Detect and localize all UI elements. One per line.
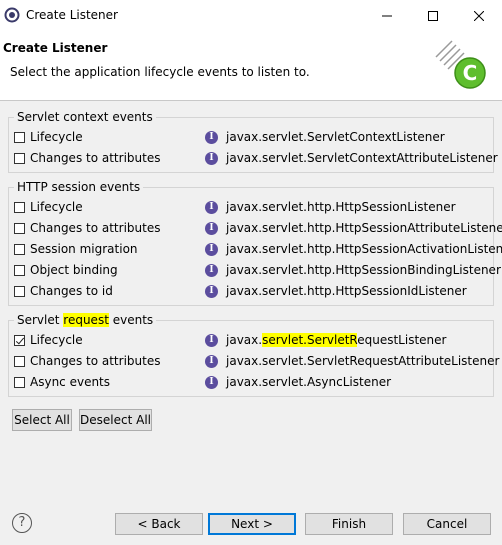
list-item: Changes to attributes I javax.servlet.Se… [14,149,498,169]
title-bar: Create Listener [0,0,502,31]
maximize-button[interactable] [410,0,456,31]
interface-icon: I [205,152,218,165]
listener-class: javax.servlet.ServletContextAttributeLis… [226,151,498,165]
back-button[interactable]: < Back [115,513,203,535]
list-item: Session migration I javax.servlet.http.H… [14,240,502,260]
interface-icon: I [205,376,218,389]
list-item: Object binding I javax.servlet.http.Http… [14,261,501,281]
list-item: Async events I javax.servlet.AsyncListen… [14,373,490,393]
finish-button[interactable]: Finish [305,513,393,535]
list-item: Changes to attributes I javax.servlet.Se… [14,352,499,372]
checkbox-label[interactable]: Changes to id [30,284,113,298]
group-title: Servlet context events [14,110,156,124]
list-item: Lifecycle I javax.servlet.ServletRequest… [14,331,490,351]
checkbox-session-id[interactable] [14,286,25,297]
interface-icon: I [205,131,218,144]
listener-class: javax.servlet.http.HttpSessionIdListener [226,284,467,298]
servlet-context-events-group: Servlet context events Lifecycle I javax… [8,110,498,173]
listener-class: javax.servlet.http.HttpSessionBindingLis… [226,263,501,277]
listener-wizard-banner-icon: C [435,40,486,89]
listener-class: javax.servlet.ServletRequestListener [226,333,447,347]
checkbox-context-attributes[interactable] [14,153,25,164]
next-button[interactable]: Next > [208,513,296,535]
minimize-icon [382,15,392,16]
group-title: HTTP session events [14,180,144,194]
checkbox-async-events[interactable] [14,377,25,388]
close-icon [474,10,484,21]
checkbox-label[interactable]: Session migration [30,242,138,256]
listener-class: javax.servlet.ServletRequestAttributeLis… [226,354,500,368]
maximize-icon [428,10,438,21]
close-button[interactable] [456,0,502,31]
checkbox-object-binding[interactable] [14,265,25,276]
minimize-button[interactable] [364,0,410,31]
wizard-title: Create Listener [3,41,108,55]
checkbox-request-lifecycle[interactable] [14,335,25,346]
listener-class: javax.servlet.http.HttpSessionAttributeL… [226,221,502,235]
checkbox-label[interactable]: Async events [30,375,110,389]
wizard-description: Select the application lifecycle events … [10,65,310,79]
checkbox-session-attributes[interactable] [14,223,25,234]
list-item: Lifecycle I javax.servlet.http.HttpSessi… [14,198,490,218]
http-session-events-group: HTTP session events Lifecycle I javax.se… [8,180,502,306]
interface-icon: I [205,334,218,347]
cancel-button[interactable]: Cancel [403,513,491,535]
listener-class: javax.servlet.ServletContextListener [226,130,445,144]
checkbox-label[interactable]: Changes to attributes [30,354,160,368]
list-item: Lifecycle I javax.servlet.ServletContext… [14,128,490,148]
checkbox-label[interactable]: Changes to attributes [30,151,160,165]
checkbox-label[interactable]: Object binding [30,263,118,277]
servlet-request-events-group: Servlet request events Lifecycle I javax… [8,313,499,397]
interface-icon: I [205,264,218,277]
listener-class: javax.servlet.http.HttpSessionActivation… [226,242,502,256]
deselect-all-button[interactable]: Deselect All [79,409,152,431]
interface-icon: I [205,201,218,214]
checkbox-label[interactable]: Lifecycle [30,333,83,347]
list-item: Changes to attributes I javax.servlet.ht… [14,219,502,239]
list-item: Changes to id I javax.servlet.http.HttpS… [14,282,490,302]
window-title: Create Listener [26,8,118,22]
interface-icon: I [205,243,218,256]
eclipse-icon [4,7,20,23]
checkbox-session-migration[interactable] [14,244,25,255]
group-title: Servlet request events [14,313,157,327]
interface-icon: I [205,285,218,298]
listener-class: javax.servlet.AsyncListener [226,375,392,389]
wizard-header: Create Listener Select the application l… [0,31,502,101]
interface-icon: I [205,222,218,235]
interface-icon: I [205,355,218,368]
checkbox-label[interactable]: Changes to attributes [30,221,160,235]
svg-text:C: C [463,61,478,85]
checkbox-context-lifecycle[interactable] [14,132,25,143]
checkbox-label[interactable]: Lifecycle [30,200,83,214]
checkbox-request-attributes[interactable] [14,356,25,367]
help-icon[interactable]: ? [12,513,32,533]
checkbox-label[interactable]: Lifecycle [30,130,83,144]
listener-class: javax.servlet.http.HttpSessionListener [226,200,456,214]
select-all-button[interactable]: Select All [12,409,72,431]
checkbox-session-lifecycle[interactable] [14,202,25,213]
